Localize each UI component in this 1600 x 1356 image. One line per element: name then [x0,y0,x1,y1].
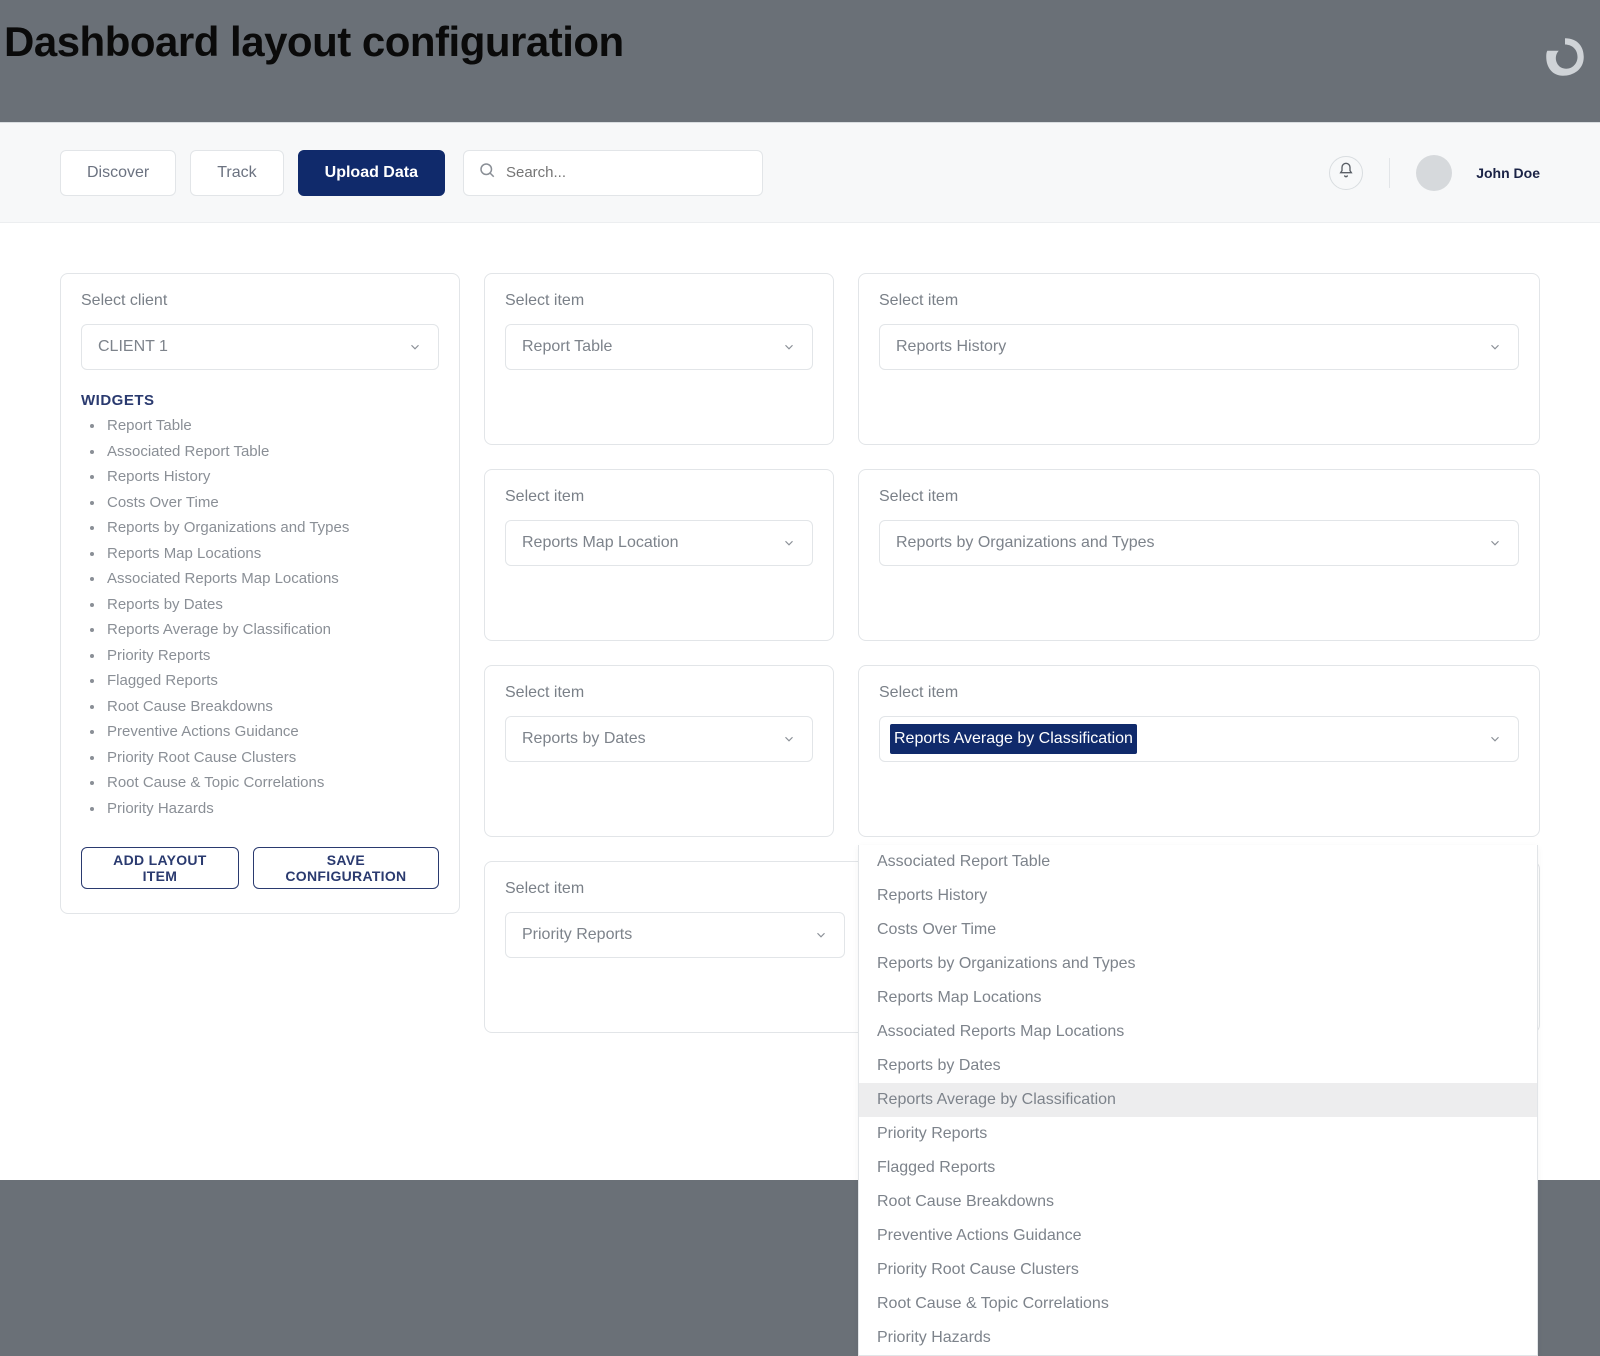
widget-item: Reports Map Locations [105,541,439,567]
slot-select-value: Reports Map Location [522,534,679,552]
widget-item: Associated Reports Map Locations [105,566,439,592]
nav-track[interactable]: Track [190,150,283,196]
widgets-heading: WIDGETS [81,392,439,409]
widget-item: Reports by Organizations and Types [105,515,439,541]
client-select[interactable]: CLIENT 1 [81,324,439,370]
slot-select-3[interactable]: Reports Map Location [505,520,813,566]
chevron-down-icon [782,732,796,746]
widget-item: Reports Average by Classification [105,617,439,643]
chevron-down-icon [782,536,796,550]
slot-label: Select item [505,488,813,506]
dropdown-option[interactable]: Associated Reports Map Locations [859,1015,1537,1049]
save-configuration-button[interactable]: SAVE CONFIGURATION [253,847,439,889]
dropdown-option[interactable]: Priority Reports [859,1117,1537,1151]
app-frame: Discover Track Upload Data John Doe Sele… [0,122,1600,1180]
select-client-label: Select client [81,292,439,310]
slot-card-3: Select item Reports Map Location [484,469,834,641]
dropdown-option[interactable]: Reports by Organizations and Types [859,947,1537,981]
dropdown-option[interactable]: Costs Over Time [859,913,1537,947]
slot-select-value: Reports History [896,338,1006,356]
bell-icon [1338,162,1354,183]
chevron-down-icon [814,928,828,942]
slot-card-4: Select item Reports by Organizations and… [858,469,1540,641]
brand-logo-icon [1540,32,1590,82]
widget-item: Costs Over Time [105,490,439,516]
client-sidebar-card: Select client CLIENT 1 WIDGETS Report Ta… [60,273,460,914]
slot-label: Select item [505,684,813,702]
avatar[interactable] [1416,155,1452,191]
topbar: Discover Track Upload Data John Doe [0,123,1600,223]
slot-select-value: Report Table [522,338,612,356]
slot-select-value: Reports Average by Classification [890,724,1137,754]
notifications-button[interactable] [1329,156,1363,190]
slot-select-value: Reports by Dates [522,730,646,748]
search-icon [478,161,496,184]
dropdown-option[interactable]: Preventive Actions Guidance [859,1219,1537,1253]
slot-select-7[interactable]: Priority Reports [505,912,845,958]
widget-item: Reports by Dates [105,592,439,618]
page-title: Dashboard layout configuration [4,18,624,66]
slot-label: Select item [879,684,1519,702]
search-field[interactable] [463,150,763,196]
dropdown-option[interactable]: Priority Root Cause Clusters [859,1253,1537,1287]
divider [1389,158,1390,188]
slot-card-2: Select item Reports History [858,273,1540,445]
dropdown-option[interactable]: Root Cause & Topic Correlations [859,1287,1537,1321]
add-layout-item-button[interactable]: ADD LAYOUT ITEM [81,847,239,889]
widget-item: Root Cause Breakdowns [105,694,439,720]
slot-select-5[interactable]: Reports by Dates [505,716,813,762]
widget-item: Priority Hazards [105,796,439,822]
slot-select-6[interactable]: Reports Average by Classification [879,716,1519,762]
nav-upload-data[interactable]: Upload Data [298,150,445,196]
widget-item: Flagged Reports [105,668,439,694]
slot-select-value: Priority Reports [522,926,632,944]
dropdown-option[interactable]: Root Cause Breakdowns [859,1185,1537,1219]
user-name: John Doe [1476,165,1540,181]
slot-label: Select item [879,292,1519,310]
widget-item: Report Table [105,413,439,439]
dropdown-option[interactable]: Associated Report Table [859,845,1537,879]
dropdown-option[interactable]: Priority Hazards [859,1321,1537,1355]
slot-card-1: Select item Report Table [484,273,834,445]
widget-item: Priority Root Cause Clusters [105,745,439,771]
slot-label: Select item [879,488,1519,506]
slot-select-4[interactable]: Reports by Organizations and Types [879,520,1519,566]
nav-discover[interactable]: Discover [60,150,176,196]
dropdown-option[interactable]: Reports Average by Classification [859,1083,1537,1117]
widget-item: Priority Reports [105,643,439,669]
slot-card-6: Select item Reports Average by Classific… [858,665,1540,837]
widget-item: Associated Report Table [105,439,439,465]
slot-select-1[interactable]: Report Table [505,324,813,370]
widget-item: Root Cause & Topic Correlations [105,770,439,796]
search-input[interactable] [506,164,748,181]
sidebar-actions: ADD LAYOUT ITEM SAVE CONFIGURATION [81,847,439,889]
dropdown-option[interactable]: Reports by Dates [859,1049,1537,1083]
chevron-down-icon [408,340,422,354]
chevron-down-icon [1488,536,1502,550]
slot-select-value: Reports by Organizations and Types [896,534,1155,552]
slot-card-5: Select item Reports by Dates [484,665,834,837]
slot-6-dropdown-panel: Associated Report TableReports HistoryCo… [858,845,1538,1356]
dropdown-option[interactable]: Reports Map Locations [859,981,1537,1015]
chevron-down-icon [782,340,796,354]
dropdown-option[interactable]: Reports History [859,879,1537,913]
client-select-value: CLIENT 1 [98,338,168,356]
slot-select-2[interactable]: Reports History [879,324,1519,370]
widget-item: Preventive Actions Guidance [105,719,439,745]
chevron-down-icon [1488,340,1502,354]
widgets-list: Report Table Associated Report Table Rep… [81,413,439,821]
widget-item: Reports History [105,464,439,490]
title-band: Dashboard layout configuration [0,0,1600,122]
chevron-down-icon [1488,732,1502,746]
slot-label: Select item [505,292,813,310]
